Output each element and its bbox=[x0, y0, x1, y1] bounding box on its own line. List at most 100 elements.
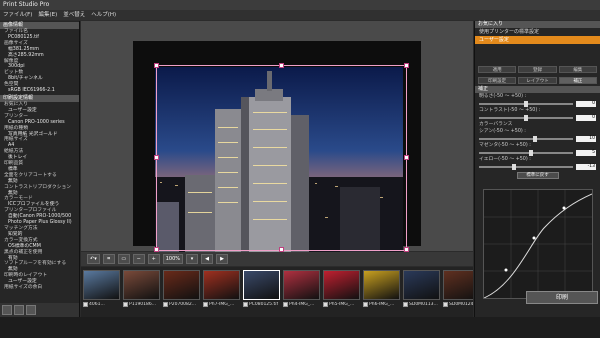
zoom-level[interactable]: 100% bbox=[162, 254, 183, 264]
brightness-label: 明るさ(-50 ～ +50) : bbox=[479, 94, 527, 99]
print-area-selection[interactable] bbox=[156, 65, 407, 251]
thumbnail-image[interactable] bbox=[163, 270, 200, 300]
resize-handle-right[interactable] bbox=[404, 155, 409, 160]
brightness-slider[interactable] bbox=[479, 100, 573, 107]
thumbnail-checkbox[interactable] bbox=[243, 302, 248, 307]
thumbnail-item[interactable]: Ph4-IMG_... bbox=[283, 270, 320, 314]
thumbnail-item[interactable]: SD0M0124... bbox=[443, 270, 473, 314]
yellow-value[interactable]: -13 bbox=[576, 163, 596, 170]
thumbnail-checkbox[interactable] bbox=[83, 302, 88, 307]
thumbnail-checkbox[interactable] bbox=[283, 302, 288, 307]
fit-page-icon[interactable]: ▭ bbox=[117, 254, 130, 264]
cyan-value[interactable]: 10 bbox=[576, 135, 596, 142]
thumbnail-image[interactable] bbox=[323, 270, 360, 300]
tab-correction[interactable]: 補正 bbox=[558, 77, 597, 84]
menu-sort[interactable]: 並べ替え bbox=[63, 10, 85, 20]
preview-canvas bbox=[81, 21, 473, 253]
tab-print-settings[interactable]: 印刷設定 bbox=[478, 77, 517, 84]
split-view-icon[interactable] bbox=[14, 305, 24, 315]
thumbnail-label: P2070082... bbox=[163, 302, 200, 307]
menu-edit[interactable]: 編集(E) bbox=[38, 10, 57, 20]
contrast-slider-knob[interactable] bbox=[524, 114, 528, 121]
apply-button[interactable]: 適用 bbox=[478, 66, 517, 73]
thumbnail-checkbox[interactable] bbox=[363, 302, 368, 307]
thumbnail-label: Ph7-IMG_... bbox=[203, 302, 240, 307]
thumbnail-item[interactable]: Ph5-IMG_... bbox=[323, 270, 360, 314]
menu-help[interactable]: ヘルプ(H) bbox=[91, 10, 116, 20]
thumbnail-item[interactable]: SD0M0113... bbox=[403, 270, 440, 314]
thumbnail-label: Ph6-IMG_... bbox=[363, 302, 400, 307]
brightness-value[interactable]: 0 bbox=[576, 100, 596, 107]
edit-button[interactable]: 編集 bbox=[558, 66, 597, 73]
thumbnail-filename: Ph4-IMG_... bbox=[289, 302, 315, 307]
thumbnail-image[interactable] bbox=[443, 270, 473, 300]
info-panel: 画像情報 ファイル名 PC080125.tif 画像サイズ 幅381.25mm 高さ28… bbox=[0, 21, 80, 317]
resize-handle-left[interactable] bbox=[154, 155, 159, 160]
zoom-in-icon[interactable]: + bbox=[147, 254, 160, 264]
thumbnail-image[interactable] bbox=[203, 270, 240, 300]
next-icon[interactable]: ▶ bbox=[216, 254, 228, 264]
thumbnail-item[interactable]: 4061... bbox=[83, 270, 120, 314]
rotate-tool-icon[interactable]: ↶▾ bbox=[87, 254, 100, 264]
previous-icon[interactable]: ◀ bbox=[201, 254, 213, 264]
zoom-out-icon[interactable]: − bbox=[132, 254, 145, 264]
cyan-slider-knob[interactable] bbox=[533, 135, 538, 142]
thumbnail-checkbox[interactable] bbox=[203, 302, 208, 307]
favorite-actions: 適用 登録 編集 bbox=[475, 64, 600, 75]
image-info-header[interactable]: 画像情報 bbox=[0, 22, 79, 29]
favorite-item-user-setting[interactable]: ユーザー設定 bbox=[475, 36, 600, 44]
thumbnail-image[interactable] bbox=[83, 270, 120, 300]
thumbnail-image[interactable] bbox=[403, 270, 440, 300]
brightness-slider-knob[interactable] bbox=[524, 100, 528, 107]
magenta-value[interactable]: 5 bbox=[576, 149, 596, 156]
tab-layout[interactable]: レイアウト bbox=[518, 77, 557, 84]
resize-handle-tl[interactable] bbox=[154, 63, 159, 68]
favorite-item-printer-default[interactable]: 使用プリンターの標準設定 bbox=[475, 28, 600, 36]
thumbnail-image[interactable] bbox=[363, 270, 400, 300]
single-view-icon[interactable] bbox=[2, 305, 12, 315]
resize-handle-top[interactable] bbox=[279, 63, 284, 68]
thumbnail-image[interactable] bbox=[123, 270, 160, 300]
thumbnail-label: SD0M0113... bbox=[403, 302, 440, 307]
print-settings-header[interactable]: 印刷設定情報 bbox=[0, 94, 79, 102]
thumbnail-item[interactable]: P1190186... bbox=[123, 270, 160, 314]
tone-curve-graph[interactable] bbox=[483, 189, 593, 299]
thumbnail-checkbox[interactable] bbox=[323, 302, 328, 307]
thumbnail-checkbox[interactable] bbox=[443, 302, 448, 307]
thumbnail-filename: SD0M0124... bbox=[449, 302, 473, 307]
thumbnail-label: Ph4-IMG_... bbox=[283, 302, 320, 307]
thumbnail-filename: P1190186... bbox=[129, 302, 157, 307]
thumbnail-image[interactable] bbox=[283, 270, 320, 300]
thumbnail-item[interactable]: Ph7-IMG_... bbox=[203, 270, 240, 314]
thumbnail-label: SD0M0124... bbox=[443, 302, 473, 307]
yellow-slider[interactable] bbox=[479, 163, 573, 170]
canvas-toolbar: ↶▾ ⌗ ▭ − + 100% ▾ ◀ ▶ bbox=[81, 252, 473, 266]
contrast-value[interactable]: 0 bbox=[576, 114, 596, 121]
reset-button[interactable]: 標準に戻す bbox=[516, 172, 559, 179]
correction-header[interactable]: 補正 bbox=[475, 86, 600, 93]
thumbnail-item[interactable]: P2070082... bbox=[163, 270, 200, 314]
status-bar bbox=[0, 317, 600, 338]
zoom-dropdown-icon[interactable]: ▾ bbox=[186, 254, 198, 264]
thumbnail-item[interactable]: PC080125.tif bbox=[243, 270, 280, 314]
compare-view-icon[interactable] bbox=[26, 305, 36, 315]
magenta-slider[interactable] bbox=[479, 149, 573, 156]
thumbnail-filename: PC080125.tif bbox=[249, 302, 279, 307]
magenta-slider-knob[interactable] bbox=[528, 149, 533, 156]
thumbnail-checkbox[interactable] bbox=[123, 302, 128, 307]
menu-file[interactable]: ファイル(F) bbox=[3, 10, 32, 20]
print-button[interactable]: 印刷 bbox=[526, 291, 598, 304]
register-button[interactable]: 登録 bbox=[518, 66, 557, 73]
yellow-slider-knob[interactable] bbox=[511, 163, 516, 170]
resize-handle-tr[interactable] bbox=[404, 63, 409, 68]
favorites-header[interactable]: お気に入り bbox=[475, 21, 600, 28]
thumbnail-image[interactable] bbox=[243, 270, 280, 300]
view-mode-bar bbox=[0, 303, 79, 317]
crop-icon[interactable]: ⌗ bbox=[102, 254, 115, 264]
thumbnail-checkbox[interactable] bbox=[163, 302, 168, 307]
cyan-slider[interactable] bbox=[479, 135, 573, 142]
thumbnail-checkbox[interactable] bbox=[403, 302, 408, 307]
thumbnail-item[interactable]: Ph6-IMG_... bbox=[363, 270, 400, 314]
thumbnail-filename: 4061... bbox=[89, 302, 105, 307]
contrast-slider[interactable] bbox=[479, 114, 573, 121]
